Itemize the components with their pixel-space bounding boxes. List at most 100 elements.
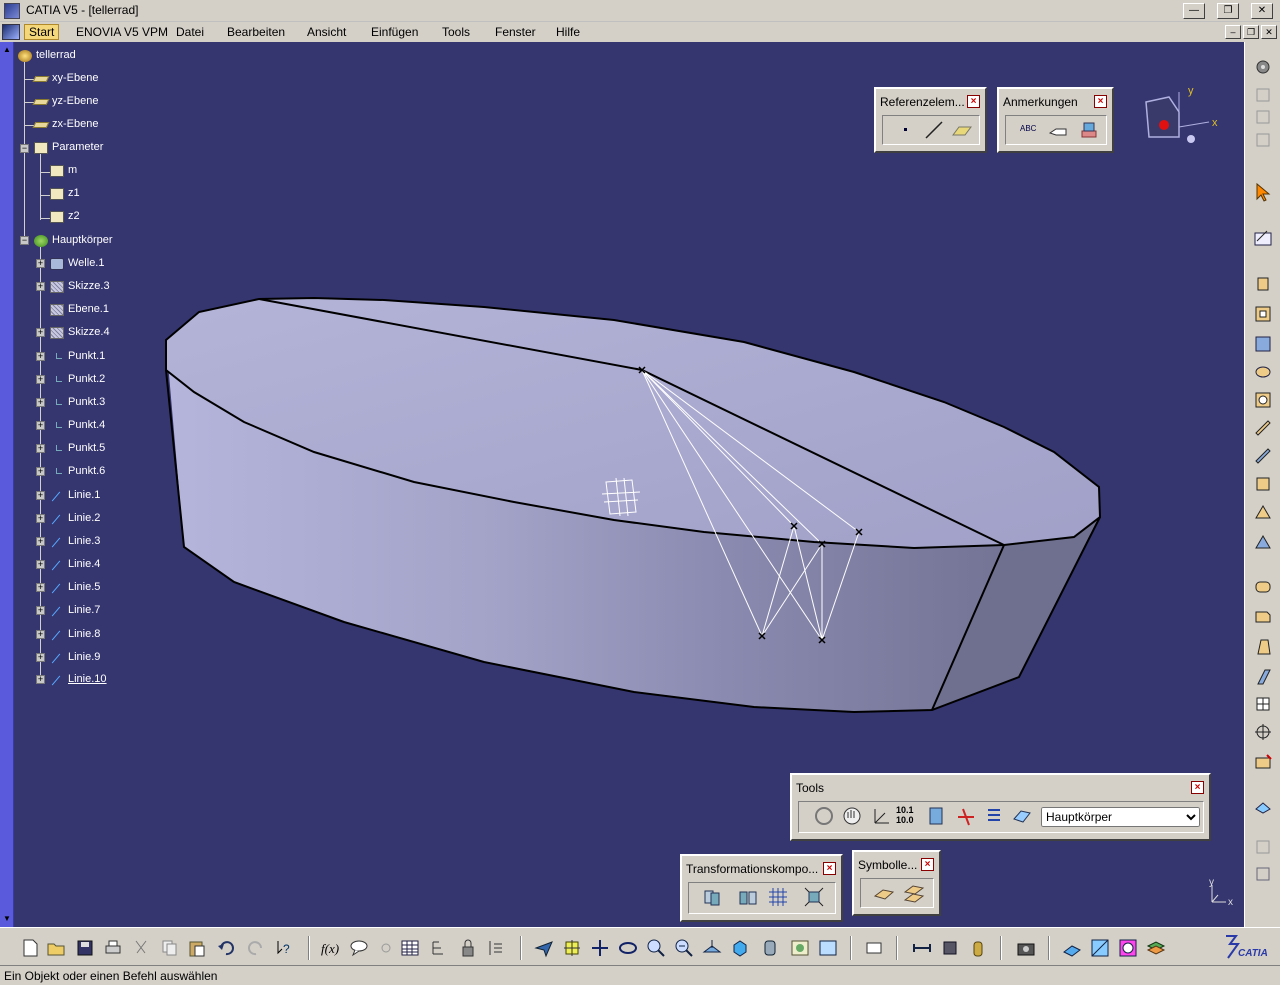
expand-icon[interactable]: + xyxy=(36,328,45,337)
normal-view-icon[interactable] xyxy=(702,938,722,958)
expand-icon[interactable]: + xyxy=(36,630,45,639)
close-icon[interactable]: × xyxy=(1094,95,1107,108)
catalog-icon[interactable] xyxy=(925,805,947,827)
ratio-icon[interactable]: 10.1 10.0 xyxy=(895,805,917,827)
capture-icon[interactable] xyxy=(1016,938,1036,958)
point-tool-icon[interactable] xyxy=(895,119,917,141)
remove-face-icon[interactable] xyxy=(1253,752,1273,772)
close-icon[interactable]: × xyxy=(921,858,934,871)
axis-system-icon[interactable] xyxy=(869,805,891,827)
zoom-in-icon[interactable] xyxy=(646,938,666,958)
scroll-up-icon[interactable]: ▲ xyxy=(3,45,11,54)
expand-icon[interactable]: + xyxy=(36,560,45,569)
stiffener-icon[interactable] xyxy=(1253,474,1273,494)
menu-tools[interactable]: Tools xyxy=(438,24,474,40)
toolbar-symbolleiste[interactable]: Symbolle... × xyxy=(852,850,941,916)
pattern-icon[interactable] xyxy=(767,886,789,908)
measure-item-icon[interactable] xyxy=(940,938,960,958)
list-icon[interactable] xyxy=(983,805,1005,827)
fillet-icon[interactable] xyxy=(1253,577,1273,597)
3d-viewport[interactable]: tellerrad xy-Ebene yz-Ebene zx-Ebene − P… xyxy=(14,42,1244,927)
lock-icon[interactable] xyxy=(458,938,478,958)
specification-tree[interactable]: tellerrad xy-Ebene yz-Ebene zx-Ebene − P… xyxy=(18,42,218,702)
cut-icon[interactable] xyxy=(131,938,151,958)
close-button[interactable]: ✕ xyxy=(1251,3,1273,19)
surface-icon[interactable] xyxy=(903,882,925,904)
menu-enovia[interactable]: ENOVIA V5 VPM xyxy=(72,24,172,40)
symmetry-icon[interactable] xyxy=(737,886,759,908)
pocket-icon[interactable] xyxy=(1253,304,1273,324)
select-cursor-icon[interactable] xyxy=(1253,182,1273,202)
expand-icon[interactable]: + xyxy=(36,352,45,361)
restore-button[interactable]: ❐ xyxy=(1217,3,1239,19)
slot-icon[interactable] xyxy=(1253,446,1273,466)
draft-icon[interactable] xyxy=(1253,637,1273,657)
iso-view-icon[interactable] xyxy=(730,938,750,958)
zoom-out-icon[interactable] xyxy=(674,938,694,958)
menu-start[interactable]: Start xyxy=(24,24,60,40)
text-annotation-icon[interactable]: ABC xyxy=(1018,119,1040,141)
work-object-select[interactable]: Hauptkörper xyxy=(1041,807,1200,827)
measure-between-icon[interactable] xyxy=(912,938,932,958)
menu-hilfe[interactable]: Hilfe xyxy=(552,24,584,40)
design-table-icon[interactable] xyxy=(486,938,506,958)
table-icon[interactable] xyxy=(400,938,420,958)
close-icon[interactable]: × xyxy=(967,95,980,108)
comment-icon[interactable] xyxy=(349,938,369,958)
print-icon[interactable] xyxy=(103,938,123,958)
expand-icon[interactable]: + xyxy=(36,421,45,430)
flag-note-icon[interactable] xyxy=(1048,119,1070,141)
expand-icon[interactable]: + xyxy=(36,583,45,592)
toolbar-tools[interactable]: Tools × 10.1 10.0 Hauptkörper xyxy=(790,773,1211,841)
menu-bearbeiten[interactable]: Bearbeiten xyxy=(223,24,289,40)
fly-mode-icon[interactable] xyxy=(534,938,554,958)
measure-icon[interactable] xyxy=(955,805,977,827)
copy-icon[interactable] xyxy=(159,938,179,958)
fit-all-icon[interactable] xyxy=(562,938,582,958)
boolean-icon[interactable] xyxy=(873,882,895,904)
tree-scroll-strip[interactable]: ▲ ▼ xyxy=(0,42,14,927)
scaling-icon[interactable] xyxy=(803,886,825,908)
menu-ansicht[interactable]: Ansicht xyxy=(303,24,350,40)
shaft-tool-icon[interactable] xyxy=(1253,334,1273,354)
sketcher-icon[interactable] xyxy=(1253,227,1273,247)
apply-material-icon[interactable] xyxy=(1062,938,1082,958)
gear-icon[interactable] xyxy=(1253,57,1273,77)
formula-icon[interactable]: f(x) xyxy=(320,938,340,958)
mdi-close-button[interactable]: ✕ xyxy=(1261,25,1277,39)
loft-icon[interactable] xyxy=(1253,502,1273,522)
expand-icon[interactable]: + xyxy=(36,653,45,662)
hole-icon[interactable] xyxy=(1253,390,1273,410)
shell-icon[interactable] xyxy=(1253,667,1273,687)
expand-icon[interactable]: + xyxy=(36,282,45,291)
update-all-icon[interactable] xyxy=(864,938,884,958)
help-icon[interactable]: ? xyxy=(275,938,295,958)
toolbar-transformation[interactable]: Transformationskompo... × xyxy=(680,854,843,922)
mdi-minimize-button[interactable]: – xyxy=(1225,25,1241,39)
expand-icon[interactable]: + xyxy=(36,606,45,615)
translation-icon[interactable] xyxy=(701,886,723,908)
thickness-icon[interactable] xyxy=(1253,694,1273,714)
expand-icon[interactable]: + xyxy=(36,375,45,384)
compass-icon[interactable]: y x xyxy=(1134,82,1224,152)
expand-icon[interactable]: + xyxy=(36,514,45,523)
toolbar-anmerkungen[interactable]: Anmerkungen × ABC xyxy=(997,87,1114,153)
update-icon[interactable] xyxy=(813,805,835,827)
plane-tool-icon[interactable] xyxy=(951,119,973,141)
collapse-body-icon[interactable]: − xyxy=(20,236,29,245)
render-style-icon[interactable] xyxy=(760,938,780,958)
expand-icon[interactable]: + xyxy=(36,444,45,453)
chamfer-icon[interactable] xyxy=(1253,607,1273,627)
menu-datei[interactable]: Datei xyxy=(172,24,208,40)
undo-icon[interactable] xyxy=(216,938,236,958)
pan-icon[interactable] xyxy=(590,938,610,958)
hand-icon[interactable] xyxy=(841,805,863,827)
expand-icon[interactable]: + xyxy=(36,675,45,684)
remove-loft-icon[interactable] xyxy=(1253,532,1273,552)
collapse-parameter-icon[interactable]: − xyxy=(20,144,29,153)
groove-icon[interactable] xyxy=(1253,362,1273,382)
swap-space-icon[interactable] xyxy=(818,938,838,958)
minimize-button[interactable]: — xyxy=(1183,3,1205,19)
hierarchy-icon[interactable] xyxy=(429,938,449,958)
work-object-icon[interactable] xyxy=(1011,805,1033,827)
